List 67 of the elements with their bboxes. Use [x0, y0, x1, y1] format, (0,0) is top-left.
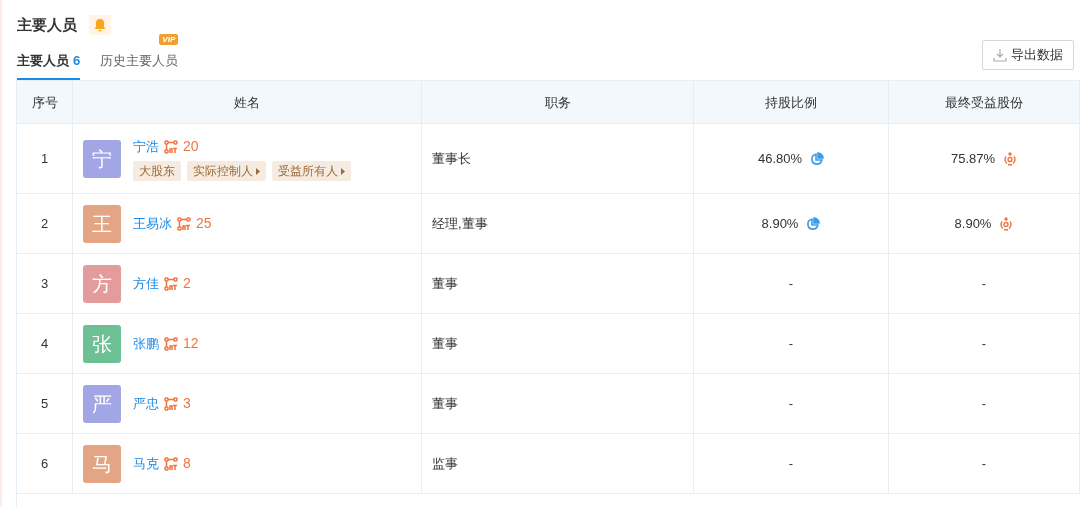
percentage-text: -	[981, 394, 987, 413]
percentage-text: 75.87%	[950, 149, 996, 168]
percentage-text: -	[788, 334, 794, 353]
caret-icon	[256, 167, 260, 175]
table-cell: 4	[17, 314, 73, 373]
link-count[interactable]: 3	[183, 393, 191, 414]
person-name-link[interactable]: 张鹏	[133, 333, 159, 354]
percentage-text: 8.90%	[954, 214, 992, 233]
network-icon	[164, 336, 178, 351]
caret-icon	[341, 167, 345, 175]
table-cell: 董事	[422, 314, 694, 373]
download-icon	[993, 48, 1007, 62]
table-cell: 2	[17, 194, 73, 253]
percentage-text: 46.80%	[757, 149, 803, 168]
person-name-link[interactable]: 方佳	[133, 273, 159, 294]
percentage-text: -	[788, 454, 794, 473]
column-header: 持股比例	[694, 81, 889, 124]
percentage-text: 8.90%	[761, 214, 799, 233]
avatar: 张	[83, 324, 121, 363]
role-tag[interactable]: 受益所有人	[272, 161, 351, 181]
percentage-text: -	[788, 274, 794, 293]
percentage-text: -	[788, 394, 794, 413]
percentage-text: -	[981, 274, 987, 293]
column-header: 序号	[17, 81, 73, 124]
network-icon	[164, 276, 178, 291]
network-icon	[164, 396, 178, 411]
table-cell: 5	[17, 374, 73, 433]
avatar: 宁	[83, 139, 121, 178]
avatar: 方	[83, 264, 121, 303]
link-count[interactable]: 8	[183, 453, 191, 474]
percentage-text: -	[981, 454, 987, 473]
table-cell: 监事	[422, 434, 694, 493]
avatar: 马	[83, 444, 121, 483]
column-header: 职务	[422, 81, 694, 124]
table-cell: 董事	[422, 254, 694, 313]
column-header: 姓名	[73, 81, 422, 124]
network-icon	[177, 216, 191, 231]
pie-chart-icon[interactable]	[806, 216, 821, 231]
table-cell: 3	[17, 254, 73, 313]
table-cell: 董事	[422, 374, 694, 433]
person-name-link[interactable]: 宁浩	[133, 136, 159, 157]
target-icon[interactable]	[1003, 151, 1018, 166]
vip-badge: VIP	[159, 33, 179, 45]
avatar: 王	[83, 204, 121, 243]
network-icon	[164, 456, 178, 471]
link-count[interactable]: 20	[183, 136, 199, 157]
link-count[interactable]: 25	[196, 213, 212, 234]
person-name-link[interactable]: 马克	[133, 453, 159, 474]
table-cell: 董事长	[422, 124, 694, 193]
table-cell: 1	[17, 124, 73, 193]
role-tag: 大股东	[133, 161, 181, 181]
link-count[interactable]: 12	[183, 333, 199, 354]
section-title: 主要人员	[17, 14, 77, 35]
role-tag[interactable]: 实际控制人	[187, 161, 266, 181]
table-cell: 经理,董事	[422, 194, 694, 253]
pie-chart-icon[interactable]	[810, 151, 825, 166]
export-button[interactable]: 导出数据	[982, 40, 1074, 70]
bell-icon[interactable]	[89, 15, 111, 35]
percentage-text: -	[981, 334, 987, 353]
target-icon[interactable]	[999, 216, 1014, 231]
person-name-link[interactable]: 王易冰	[133, 213, 172, 234]
person-name-link[interactable]: 严忠	[133, 393, 159, 414]
network-icon	[164, 139, 178, 154]
tab[interactable]: 历史主要人员	[100, 50, 179, 80]
link-count[interactable]: 2	[183, 273, 191, 294]
table-cell: 6	[17, 434, 73, 493]
avatar: 严	[83, 384, 121, 423]
